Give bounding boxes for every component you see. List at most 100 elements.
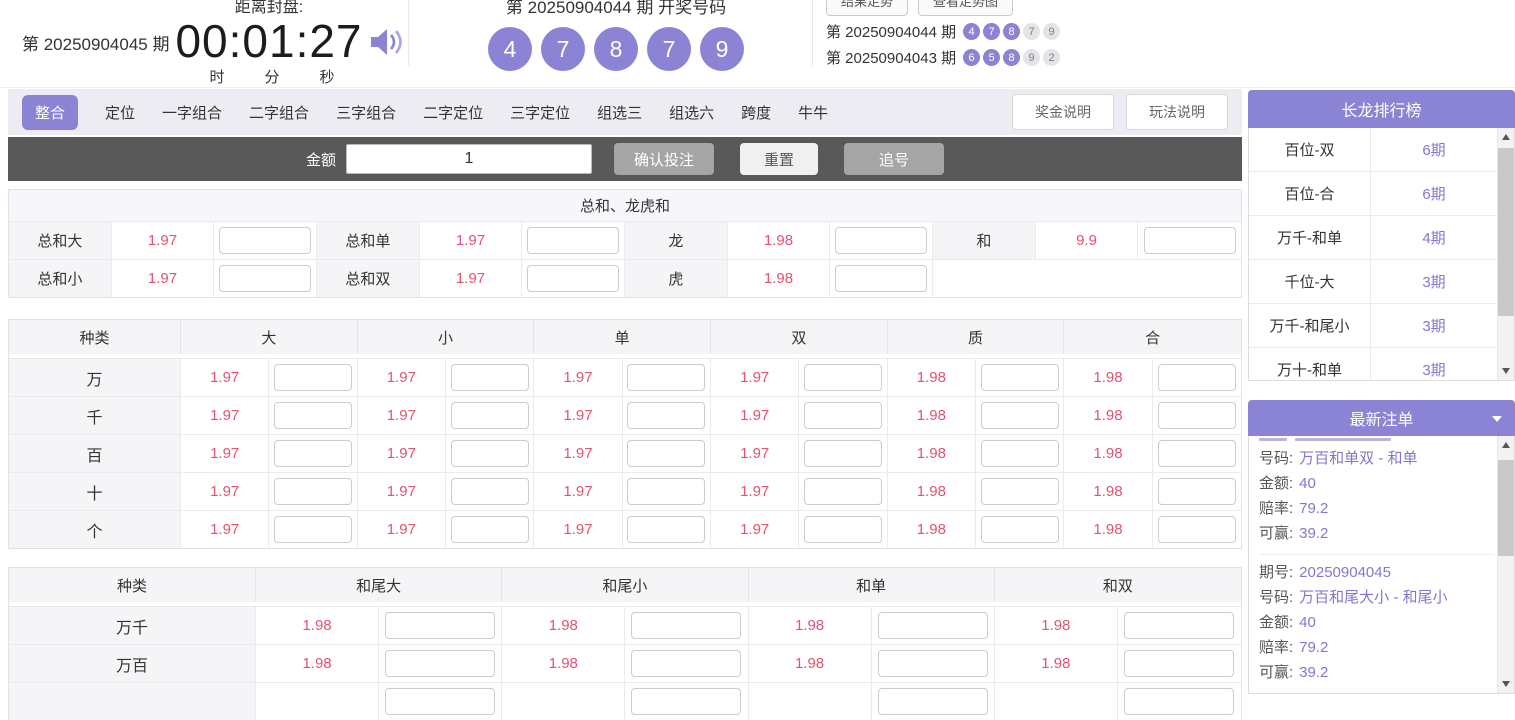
bet-input-cell — [799, 472, 887, 510]
scrollbar-thumb[interactable] — [1498, 148, 1514, 316]
bet-input[interactable] — [804, 364, 882, 391]
tab-4[interactable]: 三字组合 — [336, 102, 396, 123]
bet-input[interactable] — [804, 402, 882, 429]
help-button[interactable]: 玩法说明 — [1126, 94, 1228, 130]
tab-2[interactable]: 一字组合 — [162, 102, 222, 123]
bet-input[interactable] — [627, 402, 705, 429]
confirm-bet-button[interactable]: 确认投注 — [614, 143, 714, 175]
bet-input[interactable] — [804, 516, 882, 543]
orders-scrollbar[interactable] — [1497, 436, 1514, 693]
bet-input[interactable] — [981, 440, 1059, 467]
bet-input-cell — [269, 396, 357, 434]
dragon-scrollbar[interactable] — [1497, 128, 1514, 380]
bet-input[interactable] — [274, 440, 352, 467]
bet-input-cell — [214, 259, 317, 297]
bet-input[interactable] — [274, 402, 352, 429]
reset-button[interactable]: 重置 — [740, 143, 818, 175]
order-field-value: 79.2 — [1299, 500, 1328, 517]
odds-value: 1.98 — [749, 606, 872, 644]
bet-input[interactable] — [627, 440, 705, 467]
scrollbar-down-icon[interactable] — [1498, 362, 1514, 380]
bet-input[interactable] — [385, 650, 495, 677]
tab-3[interactable]: 二字组合 — [249, 102, 309, 123]
bet-input[interactable] — [1124, 688, 1234, 715]
tab-5[interactable]: 二字定位 — [423, 102, 483, 123]
odds-value: 1.98 — [1064, 510, 1152, 548]
bet-input[interactable] — [274, 516, 352, 543]
trend-button[interactable]: 查看走势图 — [918, 0, 1013, 16]
history-ball: 8 — [1003, 49, 1020, 66]
bet-input[interactable] — [878, 612, 988, 639]
tab-6[interactable]: 三字定位 — [510, 102, 570, 123]
chevron-down-icon[interactable] — [1492, 416, 1502, 422]
chase-number-button[interactable]: 追号 — [844, 143, 944, 175]
bet-input[interactable] — [835, 227, 927, 254]
bet-input[interactable] — [981, 402, 1059, 429]
bet-input[interactable] — [1158, 364, 1236, 391]
tab-10[interactable]: 牛牛 — [798, 102, 828, 123]
bet-input[interactable] — [627, 478, 705, 505]
bet-main: 整合 定位 一字组合 二字组合 三字组合 二字定位 三字定位 组选三 组选六 跨度 牛牛 奖金说明玩法… — [8, 89, 1242, 720]
bet-input-cell — [1153, 434, 1241, 472]
bet-input[interactable] — [451, 516, 529, 543]
bet-input[interactable] — [878, 650, 988, 677]
order-field-row: 赔率:79.2 — [1259, 635, 1494, 660]
bet-input[interactable] — [631, 650, 741, 677]
bet-input[interactable] — [981, 516, 1059, 543]
bet-input[interactable] — [878, 688, 988, 715]
bet-input[interactable] — [1158, 402, 1236, 429]
bet-input[interactable] — [1124, 612, 1234, 639]
scrollbar-down-icon[interactable] — [1498, 675, 1514, 693]
bet-input[interactable] — [1124, 650, 1234, 677]
bet-input[interactable] — [1158, 478, 1236, 505]
bet-input[interactable] — [451, 478, 529, 505]
tab-0[interactable]: 整合 — [22, 95, 78, 130]
bet-input[interactable] — [451, 364, 529, 391]
row-label: 万千 — [9, 606, 256, 644]
bet-input[interactable] — [1144, 227, 1236, 254]
bet-input[interactable] — [804, 440, 882, 467]
bet-input[interactable] — [627, 364, 705, 391]
bet-input[interactable] — [451, 402, 529, 429]
right-sidebar: 长龙排行榜 百位-双6期百位-合6期万千-和单4期千位-大3期万千-和尾小3期万… — [1248, 90, 1515, 694]
scrollbar-up-icon[interactable] — [1498, 436, 1514, 454]
order-field-label: 赔率: — [1259, 500, 1293, 517]
bet-input[interactable] — [627, 516, 705, 543]
bet-input[interactable] — [631, 688, 741, 715]
tab-1[interactable]: 定位 — [105, 102, 135, 123]
bet-input[interactable] — [981, 364, 1059, 391]
scrollbar-thumb[interactable] — [1498, 460, 1514, 556]
bet-input[interactable] — [219, 227, 311, 254]
bet-input[interactable] — [527, 265, 619, 292]
bet-input[interactable] — [274, 478, 352, 505]
scrollbar-up-icon[interactable] — [1498, 128, 1514, 146]
bet-input[interactable] — [219, 265, 311, 292]
help-button[interactable]: 奖金说明 — [1012, 94, 1114, 130]
time-unit-label: 分 — [264, 66, 279, 87]
bet-input[interactable] — [981, 478, 1059, 505]
bet-input[interactable] — [274, 364, 352, 391]
bet-input[interactable] — [1158, 440, 1236, 467]
bet-toolbar: 金额 确认投注 重置 追号 — [8, 137, 1242, 181]
tab-7[interactable]: 组选三 — [597, 102, 642, 123]
column-header: 合 — [1064, 320, 1241, 354]
bet-input-cell — [872, 606, 995, 644]
order-field-label: 金额: — [1259, 614, 1293, 631]
tab-8[interactable]: 组选六 — [669, 102, 714, 123]
speaker-icon[interactable] — [369, 26, 405, 63]
trend-button[interactable]: 结果走势 — [826, 0, 908, 16]
bet-input[interactable] — [1158, 516, 1236, 543]
history-ball: 6 — [963, 49, 980, 66]
bet-input-cell — [269, 472, 357, 510]
bet-input[interactable] — [385, 612, 495, 639]
bet-input-cell — [799, 358, 887, 396]
amount-input[interactable] — [346, 144, 592, 174]
bet-input[interactable] — [527, 227, 619, 254]
countdown-timer: 00:01:27 — [175, 17, 362, 65]
bet-input[interactable] — [804, 478, 882, 505]
tab-9[interactable]: 跨度 — [741, 102, 771, 123]
bet-input[interactable] — [451, 440, 529, 467]
bet-input[interactable] — [385, 688, 495, 715]
bet-input[interactable] — [835, 265, 927, 292]
bet-input[interactable] — [631, 612, 741, 639]
